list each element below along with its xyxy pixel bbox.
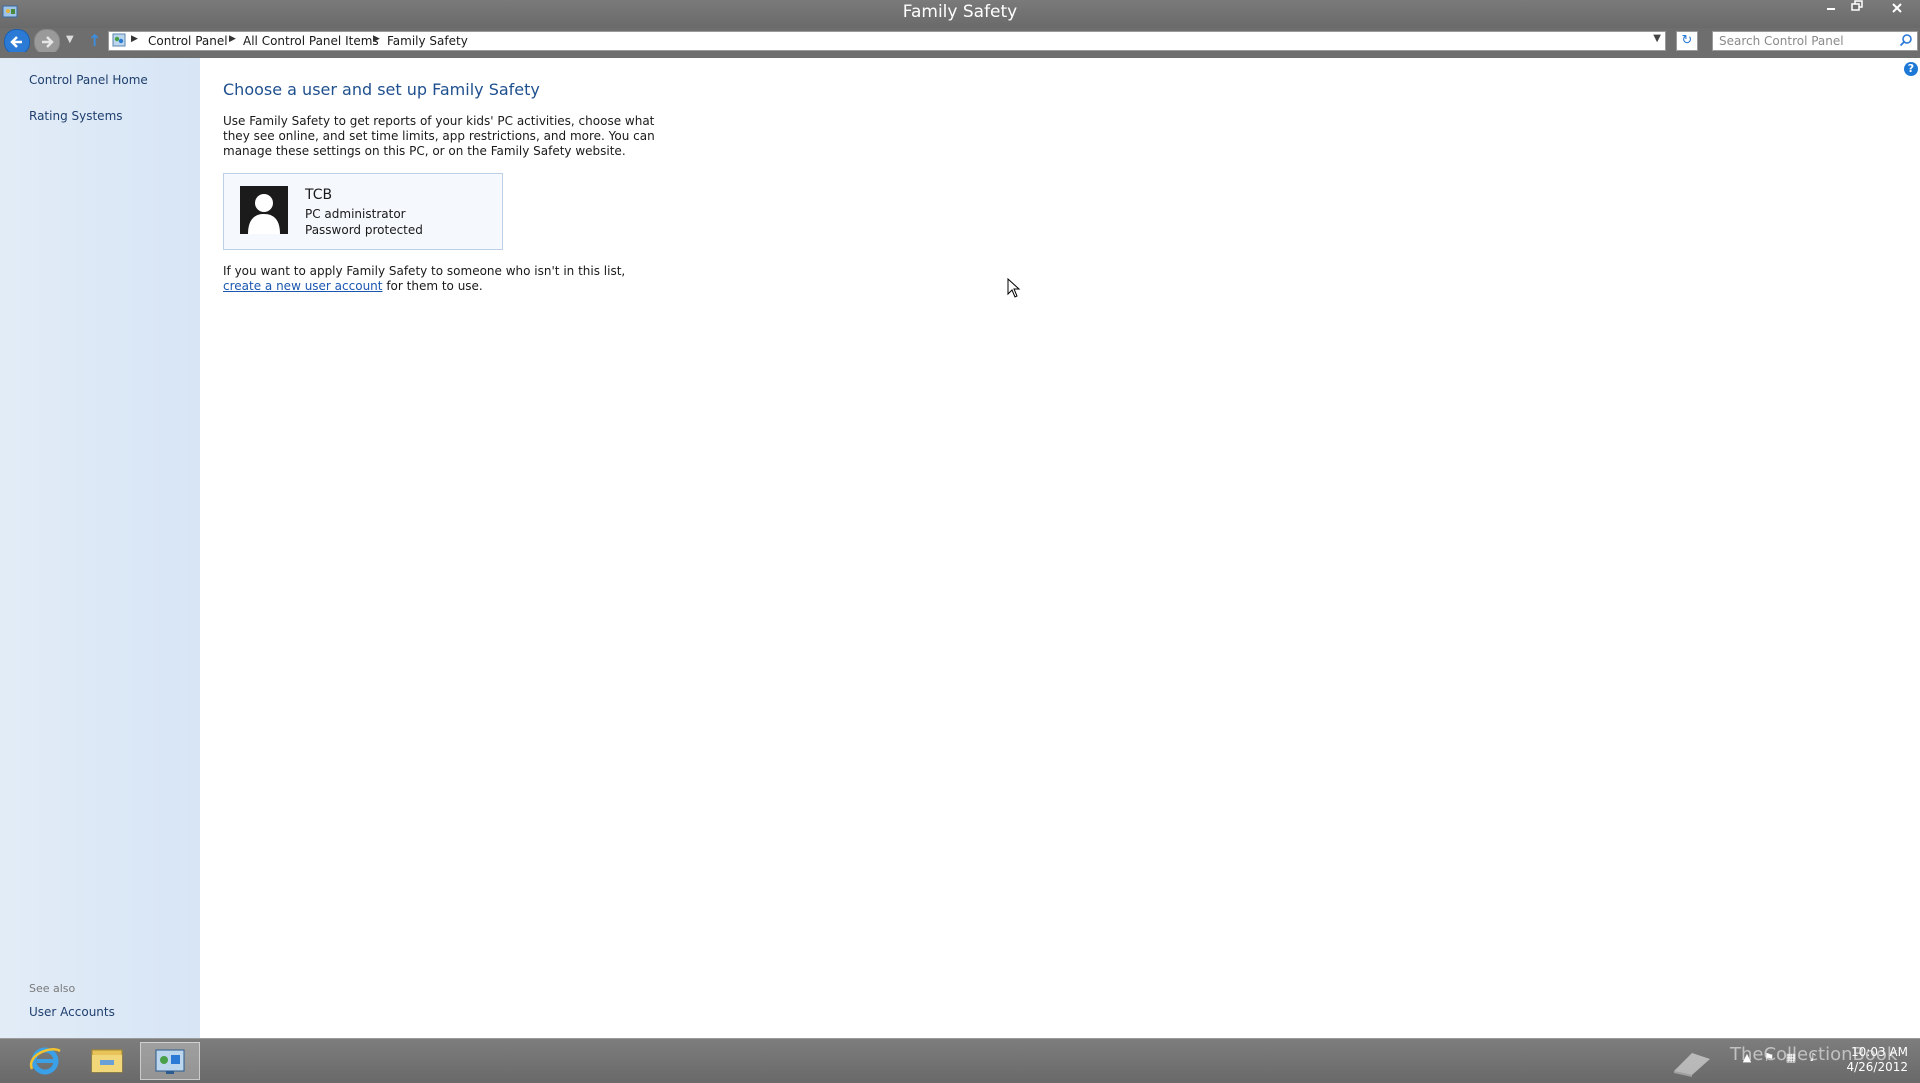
- breadcrumb-all-items[interactable]: All Control Panel Items: [243, 34, 379, 48]
- taskbar: TheCollectionBook ▲ ⚑ ▦ ♪ 10:03 AM 4/26/…: [0, 1038, 1920, 1081]
- window-title: Family Safety: [902, 2, 1018, 22]
- avatar: [240, 186, 288, 234]
- action-center-flag-icon[interactable]: ⚑: [1762, 1051, 1776, 1065]
- main-content: ? Choose a user and set up Family Safety…: [200, 58, 1920, 1038]
- sidebar: Control Panel Home Rating Systems See al…: [0, 58, 200, 1038]
- minimize-icon: [1827, 8, 1835, 10]
- mouse-cursor-icon: [1007, 278, 1021, 298]
- show-hidden-icons-icon[interactable]: ▲: [1740, 1051, 1754, 1065]
- close-icon: [1892, 3, 1902, 13]
- internet-explorer-icon: [29, 1047, 61, 1075]
- volume-icon[interactable]: ♪: [1806, 1051, 1820, 1065]
- up-button[interactable]: ↑: [88, 31, 101, 50]
- user-silhouette-icon: [240, 186, 288, 234]
- arrow-right-icon: [42, 36, 54, 48]
- user-status: Password protected: [305, 223, 423, 237]
- page-title: Choose a user and set up Family Safety: [223, 80, 540, 99]
- network-icon[interactable]: ▦: [1784, 1051, 1798, 1065]
- search-icon[interactable]: [1899, 33, 1913, 47]
- close-button[interactable]: [1880, 0, 1914, 18]
- search-input[interactable]: Search Control Panel: [1712, 31, 1918, 51]
- search-placeholder: Search Control Panel: [1719, 34, 1844, 48]
- sidebar-item-rating-systems[interactable]: Rating Systems: [29, 109, 123, 123]
- create-user-account-link[interactable]: create a new user account: [223, 279, 383, 293]
- taskbar-file-explorer[interactable]: [78, 1042, 136, 1078]
- see-also-heading: See also: [29, 982, 76, 995]
- user-name: TCB: [305, 187, 333, 203]
- title-bar[interactable]: Family Safety: [0, 0, 1920, 28]
- taskbar-internet-explorer[interactable]: [16, 1042, 74, 1078]
- refresh-button[interactable]: ↻: [1676, 31, 1698, 51]
- restore-button[interactable]: [1844, 0, 1870, 18]
- sidebar-item-user-accounts[interactable]: User Accounts: [29, 1005, 115, 1019]
- clock-time: 10:03 AM: [1851, 1045, 1908, 1059]
- arrow-up-icon: ↑: [88, 31, 102, 50]
- breadcrumb-separator-icon[interactable]: ▶: [373, 34, 380, 44]
- minimize-button[interactable]: [1818, 0, 1844, 18]
- intro-text: Use Family Safety to get reports of your…: [223, 114, 655, 158]
- control-panel-icon: [155, 1049, 185, 1074]
- refresh-icon: ↻: [1681, 33, 1693, 48]
- arrow-left-icon: [10, 36, 22, 48]
- book-watermark-icon: [1674, 1053, 1710, 1077]
- control-panel-window: Family Safety ▼ ↑ ▶ Control Panel ▶ All …: [0, 0, 1920, 1038]
- taskbar-control-panel[interactable]: [140, 1042, 200, 1080]
- clock-date: 4/26/2012: [1846, 1060, 1908, 1074]
- chevron-down-icon: ▼: [66, 34, 74, 45]
- control-panel-icon: [112, 33, 126, 47]
- footnote-after: for them to use.: [382, 279, 483, 293]
- breadcrumb-family-safety[interactable]: Family Safety: [387, 34, 468, 48]
- address-dropdown-icon[interactable]: ▼: [1653, 33, 1661, 44]
- restore-icon: [1851, 0, 1863, 11]
- file-explorer-icon: [91, 1049, 123, 1073]
- breadcrumb-separator-icon[interactable]: ▶: [229, 34, 236, 44]
- navigation-bar: ▼ ↑ ▶ Control Panel ▶ All Control Panel …: [0, 28, 1920, 55]
- help-icon[interactable]: ?: [1904, 62, 1918, 76]
- breadcrumb-control-panel[interactable]: Control Panel: [148, 34, 228, 48]
- breadcrumb-separator-icon: ▶: [131, 34, 138, 44]
- sidebar-item-control-panel-home[interactable]: Control Panel Home: [29, 73, 148, 87]
- footnote-text: If you want to apply Family Safety to so…: [223, 264, 663, 294]
- user-role: PC administrator: [305, 207, 406, 221]
- user-tile-tcb[interactable]: TCB PC administrator Password protected: [223, 173, 503, 250]
- address-bar[interactable]: ▶ Control Panel ▶ All Control Panel Item…: [108, 31, 1666, 51]
- system-clock[interactable]: 10:03 AM 4/26/2012: [1826, 1045, 1908, 1075]
- recent-locations-button[interactable]: ▼: [66, 34, 74, 45]
- footnote-before: If you want to apply Family Safety to so…: [223, 264, 626, 278]
